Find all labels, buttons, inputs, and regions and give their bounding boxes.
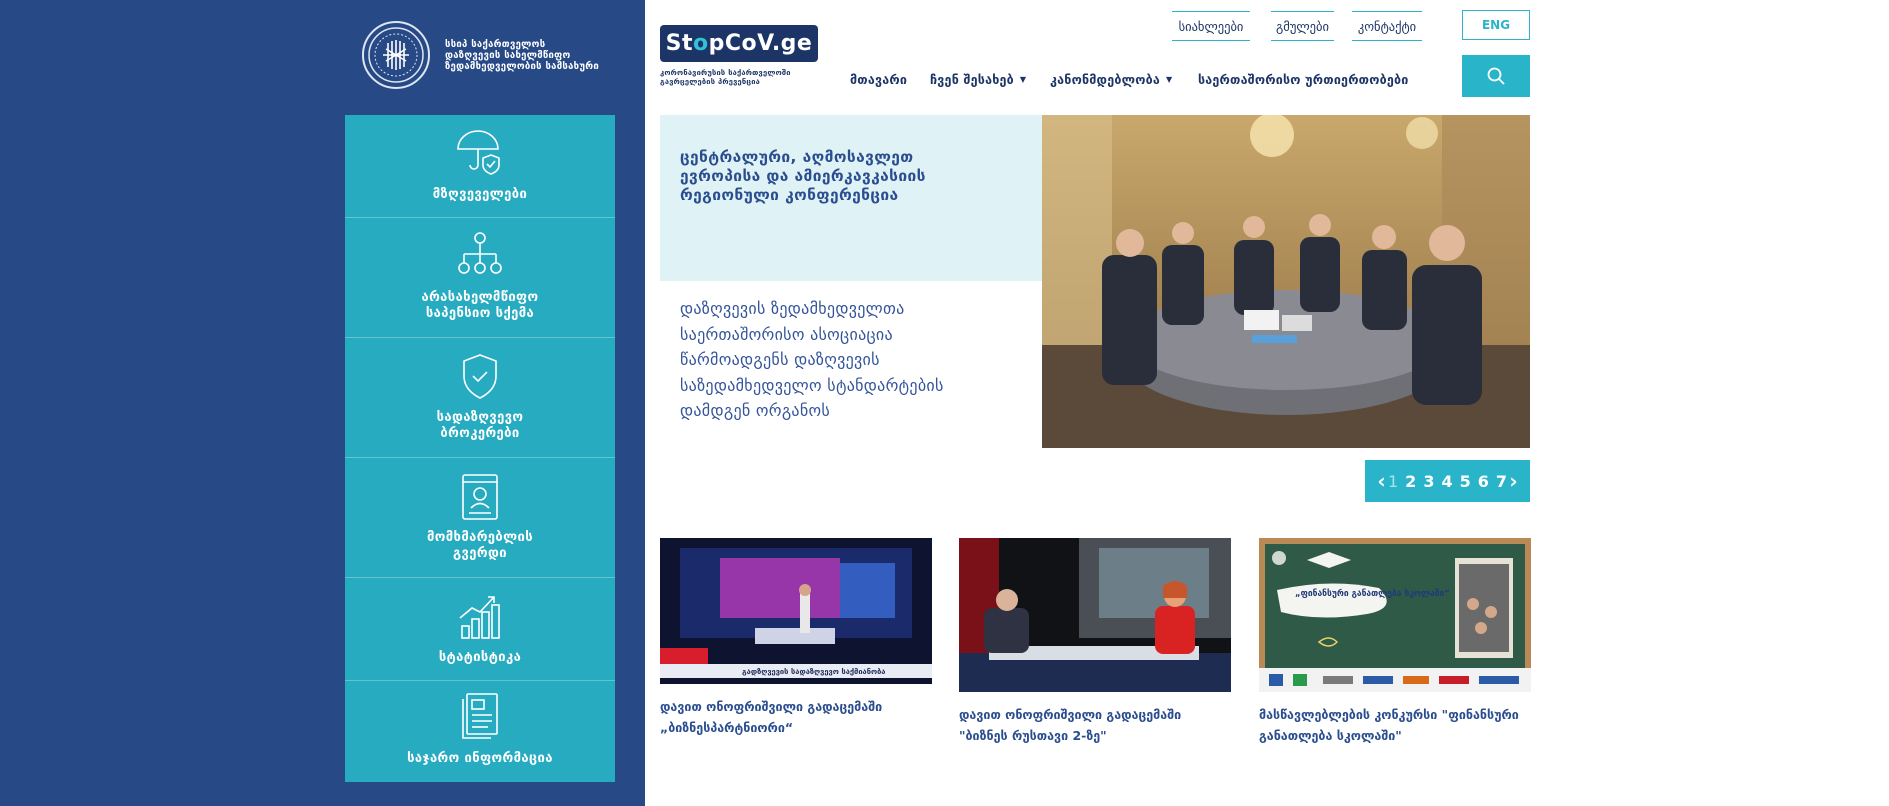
hero-title-line: რეგიონული კონფერენცია <box>680 186 899 204</box>
sidebar-menu: მზღვეველები არასახელმწიფო საპენსიო სქემა <box>345 115 615 782</box>
org-name-line2: დაზღვევის სახელმწიფო <box>445 49 571 61</box>
nav-label: საერთაშორისო ურთიერთობები <box>1198 71 1409 87</box>
nav-label: მთავარი <box>850 71 908 87</box>
sidebar-item-label: მომხმარებლის გვერდი <box>345 530 615 562</box>
sidebar-item-label: სტატისტიკა <box>345 650 615 666</box>
pager-pages: 1 2 3 4 5 6 7 <box>1388 472 1507 491</box>
hero-title-line: ევროპისა და ამიერკავკასიის <box>680 167 926 185</box>
hero-desc-line: წარმოადგენს დაზღვევის <box>680 350 880 369</box>
search-icon <box>1487 67 1505 85</box>
stopcov-logo-text: StopCoV.ge <box>666 31 813 56</box>
search-button[interactable] <box>1462 55 1530 97</box>
news-thumbnail[interactable]: გადზღვევის სადაზღვევო საქმიანობა <box>660 538 932 684</box>
hero-conference-photo[interactable] <box>1042 115 1530 448</box>
umbrella-shield-icon <box>457 130 500 175</box>
stopcov-logo[interactable]: StopCoV.ge <box>660 25 818 62</box>
news-title-line: დავით ონოფრიშვილი გადაცემაში <box>660 699 883 714</box>
nav-label: კანონმდებლობა <box>1050 71 1160 87</box>
news-card[interactable]: გადზღვევის სადაზღვევო საქმიანობა დავით ო… <box>660 538 932 738</box>
hero-title-line: ცენტრალური, აღმოსავლეთ <box>680 148 914 166</box>
org-emblem-icon <box>362 21 430 89</box>
news-card[interactable]: დავით ონოფრიშვილი გადაცემაში "ბიზნეს რუს… <box>959 538 1231 746</box>
top-link-news[interactable]: სიახლეები <box>1172 11 1250 41</box>
nav-legislation[interactable]: კანონმდებლობა ▼ <box>1050 69 1172 89</box>
sidebar-label-line: სტატისტიკა <box>438 650 522 665</box>
stopcov-subtitle-line: კორონავირუსის საქართველოში <box>660 68 791 77</box>
sidebar-label-line: სადაზღვევო <box>436 410 524 425</box>
sidebar-item-insurers[interactable]: მზღვეველები <box>345 115 615 218</box>
sidebar-item-label: სადაზღვევო ბროკერები <box>345 410 615 442</box>
org-chart-icon <box>458 232 502 274</box>
brand-part: o <box>693 31 709 56</box>
hero-desc-line: საზედამხედველო სტანდარტების <box>680 375 944 395</box>
news-title[interactable]: დავით ონოფრიშვილი გადაცემაში "ბიზნეს რუს… <box>959 704 1231 746</box>
brand-part: pCoV.ge <box>708 31 813 56</box>
sidebar-label-line: მომხმარებლის <box>426 530 534 545</box>
chevron-right-icon[interactable]: › <box>1507 469 1520 493</box>
sidebar-item-pension[interactable]: არასახელმწიფო საპენსიო სქემა <box>345 218 615 338</box>
nav-home[interactable]: მთავარი <box>850 69 907 89</box>
sidebar-item-label: საჯარო ინფორმაცია <box>345 751 615 767</box>
news-thumb-caption: გადზღვევის სადაზღვევო საქმიანობა <box>742 667 885 676</box>
shield-check-icon <box>463 354 497 399</box>
hero-desc-line: დამდგენ ორგანოს <box>680 401 831 420</box>
caret-down-icon: ▼ <box>1165 74 1173 84</box>
nav-international[interactable]: საერთაშორისო ურთიერთობები <box>1198 69 1408 89</box>
news-card[interactable]: „ფინანსური განათლება სკოლაში“ მასწავლებლ… <box>1259 538 1531 746</box>
sidebar-item-label: არასახელმწიფო საპენსიო სქემა <box>345 290 615 322</box>
pager-page-4[interactable]: 4 <box>1441 472 1452 491</box>
sidebar-item-brokers[interactable]: სადაზღვევო ბროკერები <box>345 338 615 458</box>
news-title-line: განათლება სკოლაში" <box>1259 728 1402 743</box>
org-logo[interactable]: სსიპ საქართველოს დაზღვევის სახელმწიფო ზე… <box>362 20 632 90</box>
nav-about[interactable]: ჩვენ შესახებ ▼ <box>930 69 1026 89</box>
pager-page-7[interactable]: 7 <box>1496 472 1507 491</box>
sidebar-label-line: გვერდი <box>453 546 507 561</box>
pager-page-3[interactable]: 3 <box>1423 472 1434 491</box>
nav-label: ჩვენ შესახებ <box>930 71 1014 87</box>
hero-desc-line: საერთაშორისო ასოციაცია <box>680 324 893 344</box>
top-link-contact[interactable]: კონტაქტი <box>1352 11 1422 41</box>
stopcov-subtitle-line: გავრცელების პრევენცია <box>660 77 760 86</box>
top-link-tenders[interactable]: გმულები <box>1271 11 1334 41</box>
hero-desc-line: დაზღვევის ზედამხედველთა <box>680 299 905 318</box>
language-switch-button[interactable]: ENG <box>1462 10 1530 40</box>
sidebar-label-line: არასახელმწიფო <box>421 290 539 305</box>
sidebar-label-line: საჯარო ინფორმაცია <box>407 751 553 766</box>
chevron-left-icon[interactable]: ‹ <box>1375 469 1388 493</box>
org-name-line1: სსიპ საქართველოს <box>445 38 546 50</box>
chart-growth-icon <box>459 596 500 639</box>
hero-title-panel: ცენტრალური, აღმოსავლეთ ევროპისა და ამიერ… <box>660 115 1042 281</box>
sidebar-item-statistics[interactable]: სტატისტიკა <box>345 578 615 681</box>
pager-page-6[interactable]: 6 <box>1478 472 1489 491</box>
pager-page-5[interactable]: 5 <box>1460 472 1471 491</box>
sidebar-item-public-info[interactable]: საჯარო ინფორმაცია <box>345 681 615 782</box>
news-title[interactable]: მასწავლებლების კონკურსი "ფინანსური განათ… <box>1259 704 1531 746</box>
org-name: სსიპ საქართველოს დაზღვევის სახელმწიფო ზე… <box>445 39 599 72</box>
hero-title[interactable]: ცენტრალური, აღმოსავლეთ ევროპისა და ამიერ… <box>680 148 1030 205</box>
stopcov-subtitle: კორონავირუსის საქართველოში გავრცელების პ… <box>660 68 830 86</box>
news-title-line: მასწავლებლების კონკურსი "ფინანსური <box>1259 707 1519 722</box>
news-title-line: "ბიზნეს რუსთავი 2-ზე" <box>959 728 1107 743</box>
document-icon <box>462 693 498 739</box>
sidebar-label-line: ბროკერები <box>440 426 520 441</box>
sidebar-label-line: მზღვეველები <box>432 187 528 202</box>
hero-description: დაზღვევის ზედამხედველთა საერთაშორისო ასო… <box>680 296 1010 424</box>
news-title-line: დავით ონოფრიშვილი გადაცემაში <box>959 707 1182 722</box>
pager-page-2[interactable]: 2 <box>1405 472 1416 491</box>
caret-down-icon: ▼ <box>1019 74 1027 84</box>
news-thumbnail[interactable] <box>959 538 1231 692</box>
news-thumbnail[interactable]: „ფინანსური განათლება სკოლაში“ <box>1259 538 1531 692</box>
sidebar-item-label: მზღვეველები <box>345 187 615 203</box>
slider-pager: ‹ 1 2 3 4 5 6 7 › <box>1365 460 1530 502</box>
sidebar-item-consumer[interactable]: მომხმარებლის გვერდი <box>345 458 615 578</box>
news-title[interactable]: დავით ონოფრიშვილი გადაცემაში „ბიზნესპარტ… <box>660 696 932 738</box>
sidebar-label-line: საპენსიო სქემა <box>425 306 535 321</box>
brand-part: St <box>665 31 693 56</box>
news-thumb-caption: „ფინანსური განათლება სკოლაში“ <box>1295 588 1450 599</box>
org-name-line3: ზედამხედველობის სამსახური <box>445 60 600 72</box>
user-card-icon <box>462 474 498 520</box>
pager-page-1[interactable]: 1 <box>1388 472 1398 491</box>
news-title-line: „ბიზნესპარტნიორი“ <box>660 720 794 735</box>
